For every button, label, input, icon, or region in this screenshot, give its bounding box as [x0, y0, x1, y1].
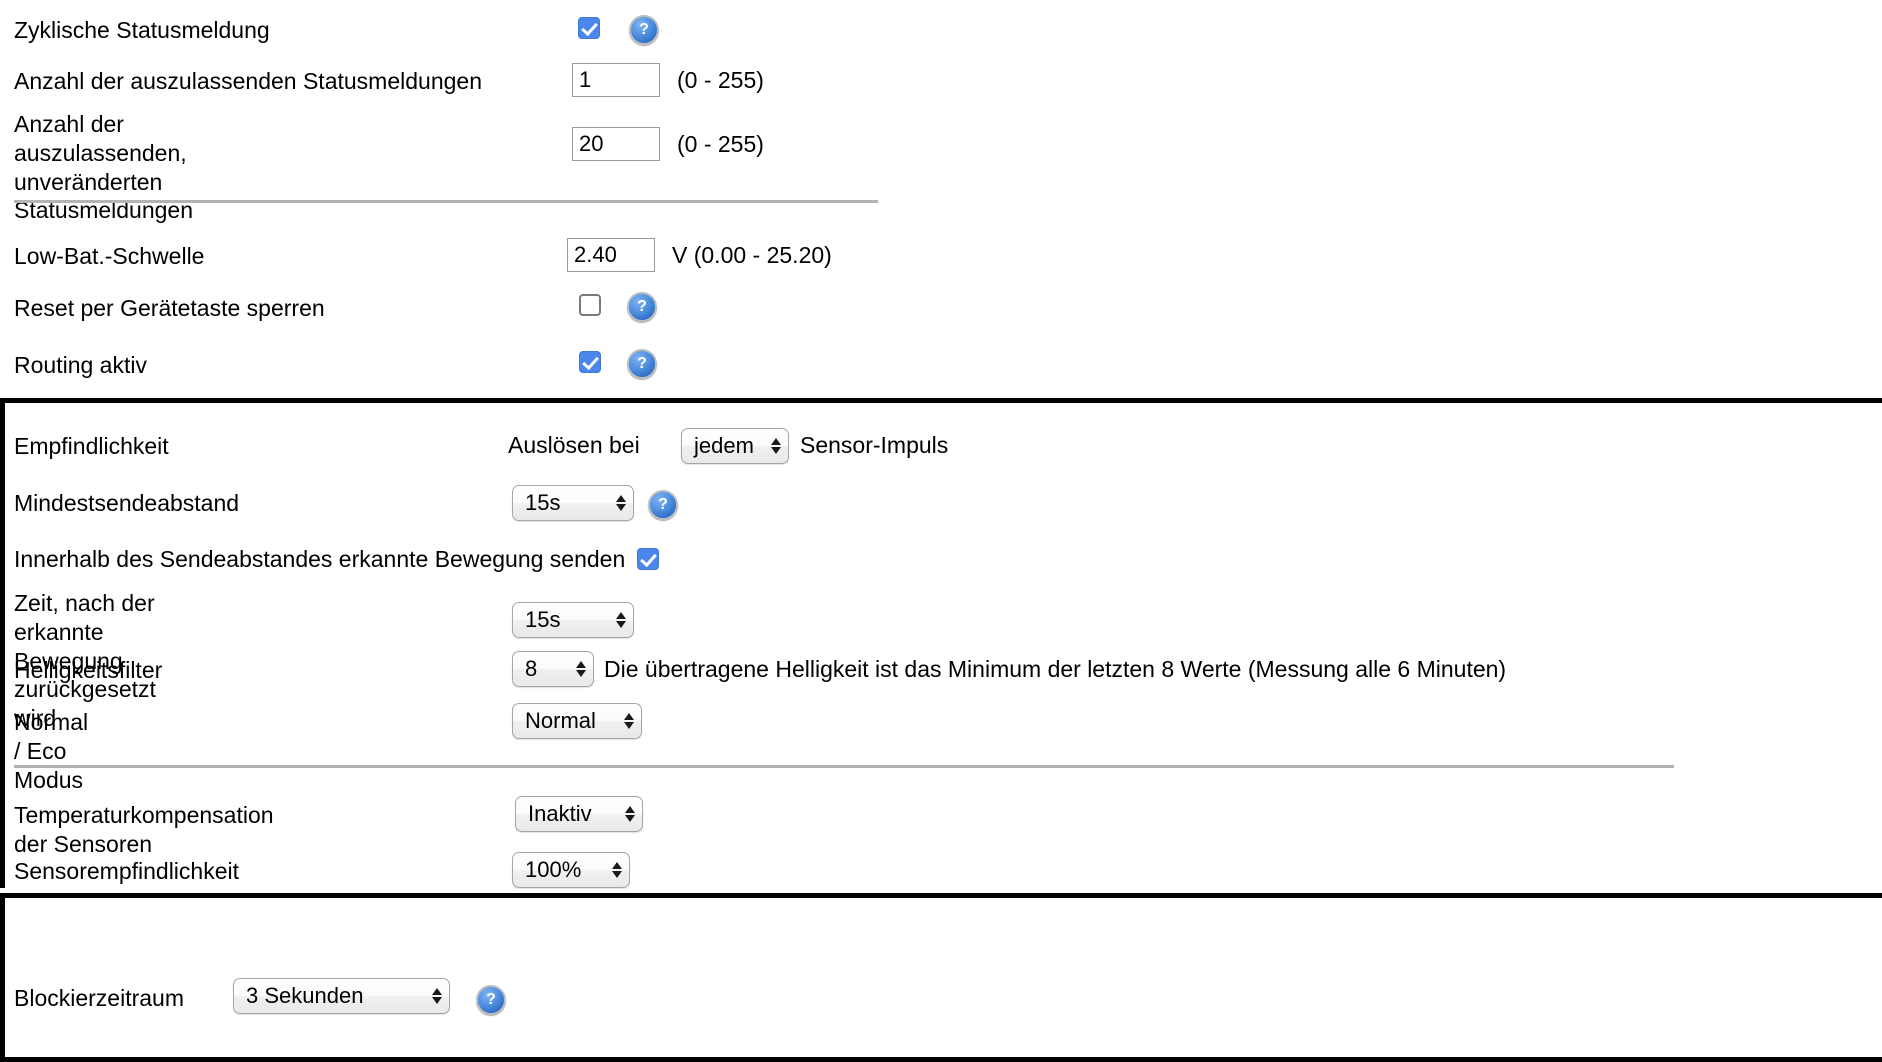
chevron-updown-icon [576, 661, 586, 677]
brightness-filter-description: Die übertragene Helligkeit ist das Minim… [604, 656, 1507, 682]
sensitivity-select[interactable]: jedem [681, 428, 789, 464]
section-divider-2 [14, 765, 1674, 768]
temp-compensation-label: Temperaturkompensation der Sensoren [14, 802, 274, 857]
eco-mode-select-value: Normal [525, 708, 596, 733]
cyclic-status-label: Zyklische Statusmeldung [14, 16, 270, 43]
help-icon-glyph: ? [658, 495, 668, 513]
brightness-filter-label: Helligkeitsfilter [14, 657, 163, 683]
send-within-interval-label: Innerhalb des Sendeabstandes erkannte Be… [14, 545, 626, 572]
motion-reset-time-select[interactable]: 15s [512, 602, 634, 638]
help-icon-glyph: ? [486, 990, 496, 1008]
lock-reset-checkbox[interactable] [579, 294, 601, 316]
chevron-updown-icon [771, 438, 781, 454]
row-skip-count: Anzahl der auszulassenden Statusmeldunge… [14, 63, 764, 99]
help-icon-glyph: ? [637, 297, 647, 315]
row-routing: Routing aktiv ? [14, 349, 657, 379]
blocking-period-select[interactable]: 3 Sekunden [233, 978, 450, 1014]
help-icon[interactable]: ? [627, 349, 657, 379]
row-low-bat: Low-Bat.-Schwelle 2.40 V (0.00 - 25.20) [14, 238, 832, 274]
min-send-interval-select[interactable]: 15s [512, 485, 634, 521]
status-message-section: Zyklische Statusmeldung ? Anzahl der aus… [0, 0, 1882, 223]
section-divider-1 [14, 200, 878, 203]
sensitivity-select-value: jedem [694, 433, 754, 458]
sensor-sensitivity-select-value: 100% [525, 857, 582, 882]
lock-reset-label: Reset per Gerätetaste sperren [14, 294, 325, 321]
low-bat-unit-range: V (0.00 - 25.20) [672, 242, 832, 268]
blocking-period-select-value: 3 Sekunden [246, 983, 364, 1008]
row-send-within-interval: Innerhalb des Sendeabstandes erkannte Be… [14, 545, 660, 573]
skip-unchanged-count-label: Anzahl der auszulassenden, unveränderten… [14, 111, 194, 224]
device-section: Low-Bat.-Schwelle 2.40 V (0.00 - 25.20) … [0, 215, 1882, 395]
row-sensitivity: Empfindlichkeit Auslösen bei jedem Senso… [14, 428, 948, 464]
skip-unchanged-count-input[interactable]: 20 [572, 127, 660, 161]
sensor-sensitivity-select[interactable]: 100% [512, 852, 630, 888]
min-send-interval-select-value: 15s [525, 490, 561, 515]
low-bat-input[interactable]: 2.40 [567, 238, 655, 272]
sensitivity-prefix-text: Auslösen bei [508, 432, 640, 458]
sensitivity-suffix-text: Sensor-Impuls [800, 432, 949, 458]
settings-page: Zyklische Statusmeldung ? Anzahl der aus… [0, 0, 1882, 1062]
min-send-interval-label: Mindestsendeabstand [14, 490, 240, 516]
help-icon[interactable]: ? [627, 292, 657, 322]
skip-unchanged-count-range: (0 - 255) [677, 131, 764, 157]
help-icon[interactable]: ? [629, 15, 659, 45]
row-cyclic-status: Zyklische Statusmeldung ? [14, 15, 659, 45]
chevron-updown-icon [625, 806, 635, 822]
low-bat-label: Low-Bat.-Schwelle [14, 242, 205, 269]
skip-count-label: Anzahl der auszulassenden Statusmeldunge… [14, 67, 482, 94]
eco-mode-label: Normal / Eco Modus [14, 709, 89, 793]
help-icon-glyph: ? [637, 354, 647, 372]
sensor-section: Empfindlichkeit Auslösen bei jedem Senso… [0, 398, 1882, 888]
skip-count-range: (0 - 255) [677, 67, 764, 93]
blocking-section: Blockierzeitraum 3 Sekunden ? [0, 893, 1882, 1062]
chevron-updown-icon [616, 495, 626, 511]
help-icon[interactable]: ? [476, 985, 506, 1015]
sensor-sensitivity-label: Sensorempfindlichkeit [14, 858, 240, 884]
routing-label: Routing aktiv [14, 351, 147, 378]
send-within-interval-checkbox[interactable] [637, 548, 660, 570]
sensitivity-label: Empfindlichkeit [14, 432, 169, 459]
help-icon[interactable]: ? [648, 490, 678, 520]
skip-count-input[interactable]: 1 [572, 63, 660, 97]
brightness-filter-select-value: 8 [525, 656, 538, 681]
chevron-updown-icon [624, 713, 634, 729]
blocking-period-label: Blockierzeitraum [14, 985, 184, 1011]
chevron-updown-icon [432, 988, 442, 1004]
chevron-updown-icon [612, 862, 622, 878]
help-icon-glyph: ? [639, 20, 649, 38]
temp-compensation-select[interactable]: Inaktiv [515, 796, 643, 832]
routing-checkbox[interactable] [579, 351, 601, 373]
chevron-updown-icon [616, 612, 626, 628]
eco-mode-select[interactable]: Normal [512, 703, 642, 739]
cyclic-status-checkbox[interactable] [578, 17, 600, 39]
row-lock-reset: Reset per Gerätetaste sperren ? [14, 292, 657, 322]
motion-reset-time-select-value: 15s [525, 607, 561, 632]
brightness-filter-select[interactable]: 8 [512, 651, 594, 687]
temp-compensation-select-value: Inaktiv [528, 801, 592, 826]
